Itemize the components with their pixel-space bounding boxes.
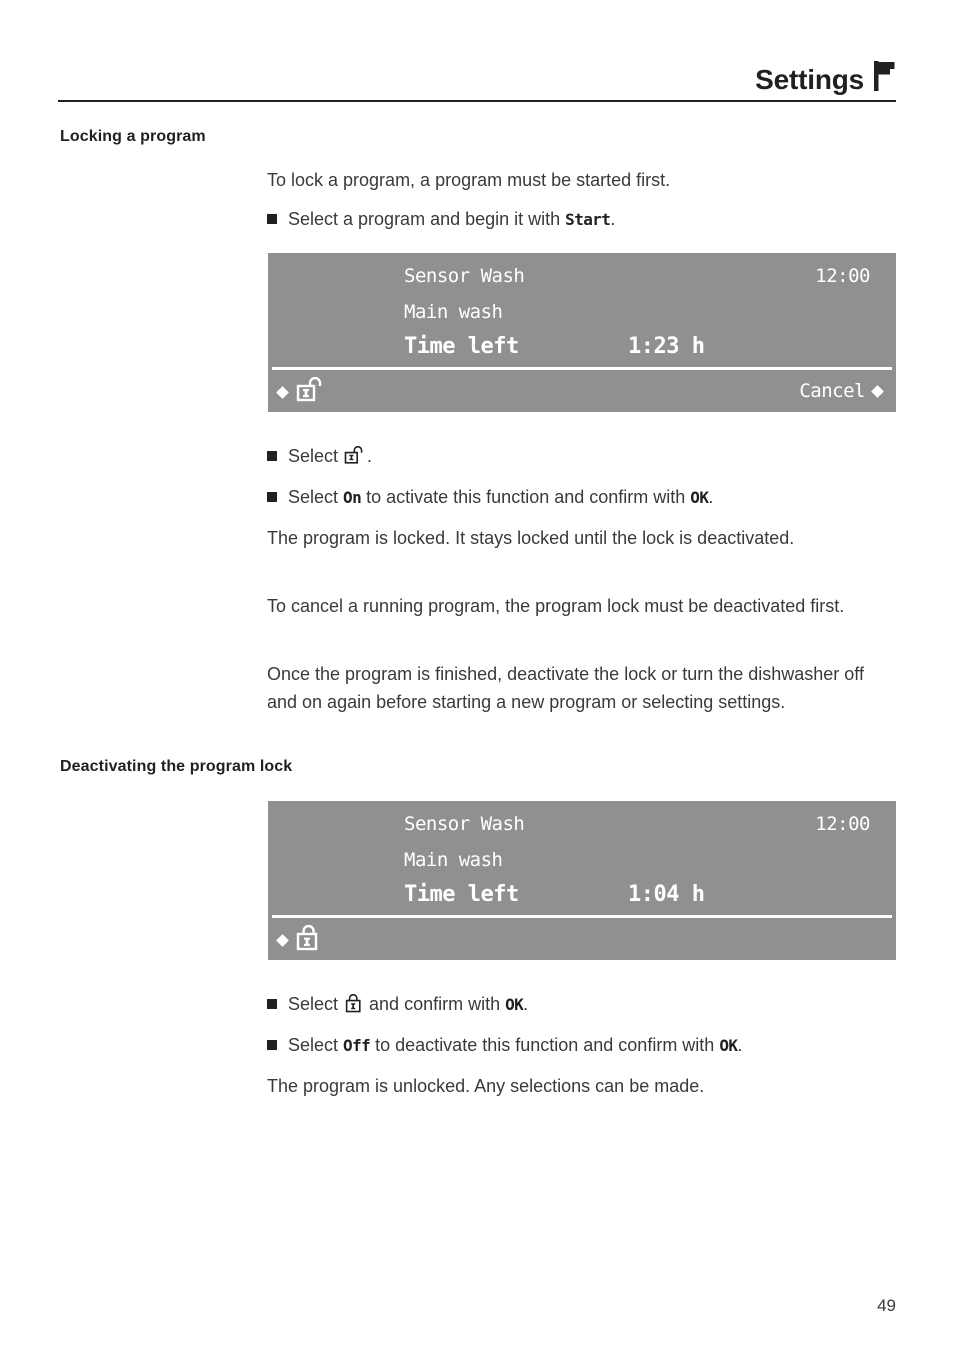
bullet-select-suffix: . [367, 446, 373, 466]
lcd-ok-label: OK [690, 488, 709, 507]
display-1-program: Sensor Wash [404, 265, 525, 287]
section-heading-deactivating: Deactivating the program lock [60, 758, 293, 775]
display-2-program: Sensor Wash [404, 813, 525, 835]
lcd-ok-label: OK [719, 1036, 738, 1055]
bullet-on-suffix: . [708, 487, 714, 507]
diamond-marker-icon [871, 384, 884, 398]
display-1-cancel-label: Cancel [799, 380, 865, 402]
display-1-lock-button[interactable] [276, 376, 326, 408]
flag-icon [874, 61, 896, 96]
bullet-select-off-text: Select Off to deactivate this function a… [288, 1031, 897, 1060]
bullet-on-middle: to activate this function and confirm wi… [361, 487, 691, 507]
bullet-select-on-text: Select On to activate this function and … [288, 483, 897, 512]
bullet-start-text: Select a program and begin it with Start… [288, 205, 897, 234]
display-1-cancel-button[interactable]: Cancel [799, 380, 884, 402]
bullet-select-closed-lock-text: Select and confirm with OK. [288, 990, 897, 1021]
paragraph-locked-text: The program is locked. It stays locked u… [267, 528, 795, 548]
display-2-lock-button[interactable] [276, 924, 322, 956]
page-header: Settings [58, 44, 896, 102]
bullet-marker [267, 999, 277, 1009]
padlock-open-icon [296, 376, 326, 408]
bullet-off-middle: to deactivate this function and confirm … [370, 1035, 720, 1055]
diamond-marker-icon [276, 386, 289, 399]
bullet-select-off: Select Off to deactivate this function a… [267, 1031, 897, 1060]
bullet-start-program: Select a program and begin it with Start… [267, 205, 897, 234]
paragraph-cancel-running-text: To cancel a running program, the program… [267, 596, 845, 616]
bullet-off-prefix: Select [288, 1035, 344, 1055]
bullet-on-prefix: Select [288, 487, 344, 507]
appliance-display-2: Sensor Wash 12:00 Main wash Time left 1:… [268, 801, 896, 960]
padlock-closed-icon [296, 924, 322, 956]
display-1-clock: 12:00 [815, 265, 870, 287]
bullet-select-closed-lock: Select and confirm with OK. [267, 990, 897, 1021]
padlock-closed-icon [344, 993, 363, 1021]
section-heading-locking: Locking a program [60, 128, 206, 145]
bullet-marker [267, 214, 277, 224]
bullet-start-suffix: . [610, 209, 616, 229]
bullet-marker [267, 451, 277, 461]
display-1-phase: Main wash [404, 301, 503, 323]
lcd-off-label: Off [343, 1036, 371, 1055]
bullet-marker [267, 492, 277, 502]
lcd-ok-label: OK [505, 995, 524, 1014]
display-1-footer: Cancel [268, 370, 896, 412]
bullet-closed-suffix: . [523, 994, 529, 1014]
display-1-main: Sensor Wash 12:00 Main wash Time left 1:… [268, 253, 896, 367]
display-2-footer [268, 918, 896, 960]
padlock-open-icon [344, 445, 366, 473]
display-1-time-left-value: 1:23 h [628, 334, 705, 359]
bullet-select-on: Select On to activate this function and … [267, 483, 897, 512]
appliance-display-1: Sensor Wash 12:00 Main wash Time left 1:… [268, 253, 896, 412]
bullet-marker [267, 1040, 277, 1050]
paragraph-cancel-running: To cancel a running program, the program… [267, 592, 897, 620]
display-2-main: Sensor Wash 12:00 Main wash Time left 1:… [268, 801, 896, 915]
bullet-select-prefix: Select [288, 446, 344, 466]
bullet-start-prefix: Select a program and begin it with [288, 209, 566, 229]
paragraph-unlocked: The program is unlocked. Any selections … [267, 1072, 897, 1100]
intro-paragraph-block: To lock a program, a program must be sta… [267, 166, 897, 194]
bullet-closed-prefix: Select [288, 994, 344, 1014]
display-2-phase: Main wash [404, 849, 503, 871]
page-title: Settings [755, 64, 864, 95]
display-1-time-left-label: Time left [404, 334, 519, 359]
page-number: 49 [877, 1296, 896, 1315]
bullet-select-open-lock-text: Select . [288, 442, 897, 473]
bullet-off-suffix: . [737, 1035, 743, 1055]
paragraph-once-finished: Once the program is finished, deactivate… [267, 660, 897, 716]
bullet-closed-middle: and confirm with [364, 994, 506, 1014]
diamond-marker-icon [276, 934, 289, 947]
lcd-start-label: Start [565, 210, 611, 229]
paragraph-locked: The program is locked. It stays locked u… [267, 524, 897, 552]
display-2-time-left-label: Time left [404, 882, 519, 907]
display-2-time-left-value: 1:04 h [628, 882, 705, 907]
document-page: Settings Locking a program To lock a pro… [0, 0, 954, 1352]
lcd-on-label: On [343, 488, 362, 507]
paragraph-once-finished-text: Once the program is finished, deactivate… [267, 664, 864, 712]
bullet-select-open-lock: Select . [267, 442, 897, 473]
display-2-clock: 12:00 [815, 813, 870, 835]
intro-paragraph: To lock a program, a program must be sta… [267, 170, 671, 190]
paragraph-unlocked-text: The program is unlocked. Any selections … [267, 1076, 705, 1096]
